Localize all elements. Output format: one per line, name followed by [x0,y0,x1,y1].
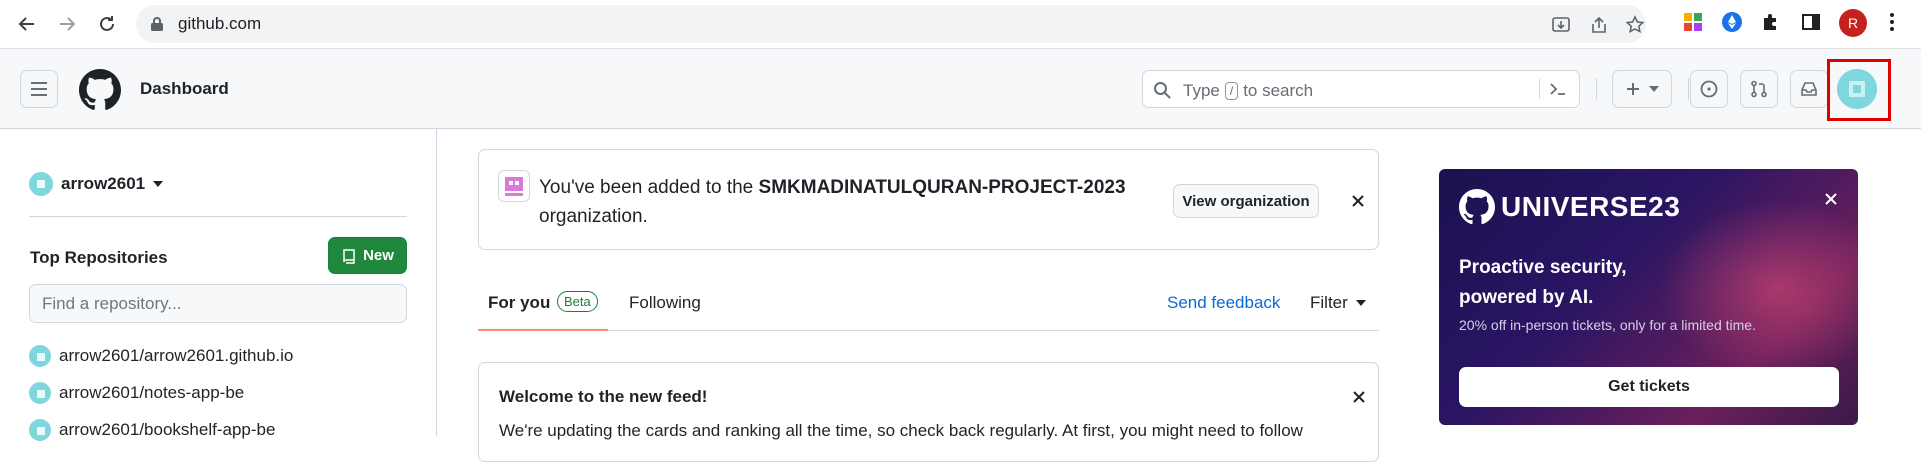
new-button-label: New [363,247,394,264]
close-icon[interactable] [1821,189,1841,209]
github-logo-icon[interactable] [79,69,121,116]
page-title[interactable]: Dashboard [140,79,229,99]
user-avatar-small [29,172,53,196]
bookmark-star-icon[interactable] [1624,14,1646,36]
hamburger-icon [31,82,47,96]
header-divider-2 [1688,78,1689,100]
close-icon[interactable] [1348,191,1368,211]
blue-extension-icon[interactable] [1720,10,1744,34]
issue-circle-icon [1700,80,1718,98]
extensions-puzzle-icon[interactable] [1759,10,1783,34]
share-icon[interactable] [1588,14,1610,36]
filter-label: Filter [1310,293,1348,312]
tab-for-you[interactable]: For you Beta [478,283,608,331]
repo-link[interactable]: arrow2601/arrow2601.github.io [29,345,293,367]
beta-badge: Beta [557,291,598,312]
back-arrow-icon[interactable] [12,9,42,39]
repo-name: arrow2601/arrow2601.github.io [59,346,294,365]
lock-icon [150,16,164,37]
org-avatar [498,170,530,202]
welcome-feed-card: Welcome to the new feed! We're updating … [478,362,1379,462]
inbox-button[interactable] [1790,70,1828,108]
tab-for-you-label: For you [488,293,551,312]
sidebar-divider [29,216,407,217]
get-tickets-button[interactable]: Get tickets [1459,367,1839,407]
universe-brand-text: UNIVERSE23 [1501,191,1681,222]
url-text: github.com [178,14,262,33]
promo-subtext: 20% off in-person tickets, only for a li… [1459,317,1756,333]
caret-down-icon [1649,86,1659,92]
side-panel-icon[interactable] [1799,10,1823,34]
user-avatar[interactable] [1837,69,1877,109]
caret-down-icon [153,181,164,187]
repo-name: arrow2601/bookshelf-app-be [59,420,276,439]
notice-message: You've been added to the SMKMADINATULQUR… [539,177,1126,227]
context-username: arrow2601 [61,174,146,193]
top-repositories-heading: Top Repositories [30,248,168,267]
feed-tabs: For you Beta Following Send feedback Fil… [478,283,1379,331]
context-switcher[interactable]: arrow2601 [29,172,164,196]
browser-toolbar: github.com R [0,0,1921,49]
org-added-notice: You've been added to the SMKMADINATULQUR… [478,149,1379,250]
search-divider [1539,79,1540,99]
hamburger-menu-button[interactable] [20,70,58,108]
caret-down-icon [1355,300,1366,306]
search-placeholder: Type / to search [1183,81,1314,100]
header-divider [1596,78,1597,100]
universe-promo-card: UNIVERSE23 Proactive security, powered b… [1439,169,1858,425]
search-icon [1153,81,1171,104]
address-bar[interactable]: github.com [136,5,1646,43]
universe-logo: UNIVERSE23 [1459,189,1680,225]
plus-icon [1627,83,1639,95]
org-name: SMKMADINATULQURAN-PROJECT-2023 [758,177,1126,198]
pull-request-icon [1751,80,1767,98]
promo-headline: Proactive security, powered by AI. [1459,257,1627,308]
repo-name: arrow2601/notes-app-be [59,383,245,402]
dashboard-sidebar: arrow2601 Top Repositories New Find a re… [0,129,437,441]
create-new-button[interactable] [1612,70,1672,108]
filter-dropdown[interactable]: Filter [1310,293,1366,313]
repo-link[interactable]: arrow2601/notes-app-be [29,382,244,404]
color-palette-extension-icon[interactable] [1681,10,1705,34]
github-header: Dashboard Type / to search [0,49,1921,129]
github-mark-icon [1459,189,1495,225]
repo-owner-avatar [29,382,51,404]
find-repository-input[interactable]: Find a repository... [29,284,407,323]
install-app-icon[interactable] [1550,14,1572,36]
welcome-title: Welcome to the new feed! [499,387,708,406]
search-input[interactable]: Type / to search [1142,70,1580,108]
browser-profile-avatar[interactable]: R [1839,9,1867,37]
repo-owner-avatar [29,345,51,367]
repo-owner-avatar [29,419,51,441]
repo-icon [343,248,355,264]
tab-following[interactable]: Following [629,293,701,313]
welcome-description: We're updating the cards and ranking all… [499,421,1303,440]
forward-arrow-icon[interactable] [52,9,82,39]
browser-menu-icon[interactable] [1880,10,1904,34]
repo-link[interactable]: arrow2601/bookshelf-app-be [29,419,275,441]
view-organization-button[interactable]: View organization [1173,184,1319,218]
command-palette-icon[interactable] [1549,81,1567,102]
send-feedback-link[interactable]: Send feedback [1167,293,1280,313]
inbox-icon [1801,82,1817,96]
close-icon[interactable] [1349,387,1369,407]
issues-button[interactable] [1690,70,1728,108]
new-repository-button[interactable]: New [328,237,407,274]
pull-requests-button[interactable] [1740,70,1778,108]
reload-icon[interactable] [92,9,122,39]
slash-shortcut-key: / [1224,82,1239,100]
